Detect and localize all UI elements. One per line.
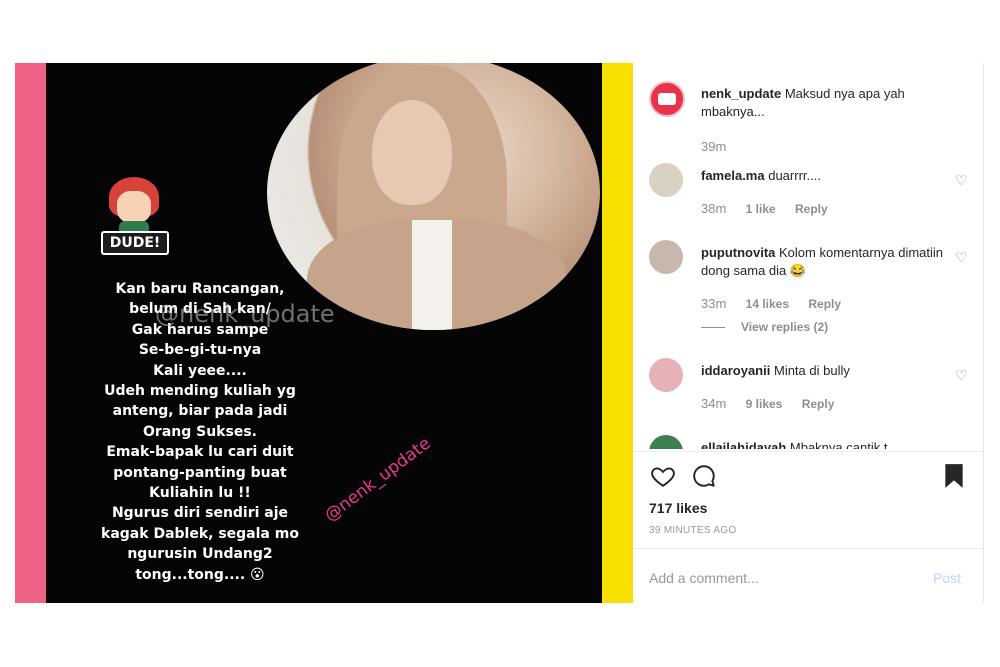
post-image: DUDE! Kan baru Rancangan, belum di Sah k… (15, 63, 633, 603)
comment-body: famela.ma duarrrr.... (701, 167, 951, 185)
sticker-label: DUDE! (101, 231, 169, 255)
story-line: ngurusin Undang2 (127, 546, 273, 563)
comment-item: ellailahidayah Mbaknya cantik t... (649, 435, 969, 449)
story-line: Udeh mending kuliah yg (104, 383, 296, 400)
story-line: Kuliahin lu !! (149, 485, 251, 502)
username[interactable]: puputnovita (701, 245, 775, 260)
timestamp: 34m (701, 396, 727, 411)
story-line: pontang-panting buat (113, 464, 287, 481)
avatar[interactable] (649, 240, 683, 274)
bookmark-icon[interactable] (943, 463, 965, 489)
heart-icon[interactable] (649, 463, 677, 489)
avatar[interactable] (649, 435, 683, 449)
comment-meta: 38m 1 like Reply (701, 201, 844, 216)
timestamp: 33m (701, 296, 727, 311)
story-line: Ngurus diri sendiri aje (111, 505, 289, 522)
comment-body: iddaroyanii Minta di bully (701, 362, 951, 380)
like-count[interactable]: 9 likes (746, 397, 783, 411)
timestamp: 39m (701, 139, 727, 154)
heart-icon[interactable]: ♡ (955, 368, 969, 382)
reply-button[interactable]: Reply (802, 397, 835, 411)
heart-icon[interactable]: ♡ (955, 250, 969, 264)
comment-text: duarrrr.... (768, 168, 821, 183)
comments-panel: nenk_update Maksud nya apa yah mbaknya..… (633, 63, 984, 603)
yellow-border (602, 63, 633, 603)
comment-meta: 39m (701, 139, 742, 154)
story-line: Orang Sukses. (143, 423, 257, 440)
comment-icon[interactable] (691, 463, 717, 489)
username[interactable]: famela.ma (701, 168, 765, 183)
story-line: anteng, biar pada jadi (112, 403, 288, 420)
avatar[interactable] (649, 81, 685, 117)
divider (633, 548, 983, 549)
username[interactable]: iddaroyanii (701, 363, 770, 378)
story-line: Kan baru Rancangan, (115, 281, 285, 297)
comment-body: ellailahidayah Mbaknya cantik t... (701, 439, 951, 449)
post-time: 39 MINUTES AGO (649, 525, 737, 536)
avatar[interactable] (649, 358, 683, 392)
comment-meta: 34m 9 likes Reply (701, 396, 850, 411)
comment-meta: 33m 14 likes Reply (701, 296, 857, 311)
view-replies-label: View replies (2) (741, 320, 829, 334)
story-line: Se-be-gi-tu-nya (138, 342, 262, 359)
avatar[interactable] (649, 163, 683, 197)
like-count[interactable]: 14 likes (746, 297, 789, 311)
caption-text: nenk_update Maksud nya apa yah mbaknya..… (701, 85, 951, 121)
story-line: tong...tong.... 😮 (135, 566, 265, 583)
view-replies-button[interactable]: View replies (2) (701, 320, 828, 334)
post-button[interactable]: Post (933, 570, 961, 586)
story-line: kagak Dablek, segala mo (101, 525, 299, 542)
story-line: Kali yeee.... (153, 362, 247, 379)
comment-body: puputnovita Kolom komentarnya dimatiin d… (701, 244, 951, 280)
username[interactable]: ellailahidayah (701, 440, 786, 449)
story-line: Emak-bapak lu cari duit (106, 444, 294, 461)
action-bar (649, 463, 969, 493)
add-comment-input[interactable]: Add a comment... (649, 570, 759, 586)
pink-border (15, 63, 46, 603)
timestamp: 38m (701, 201, 727, 216)
heart-icon[interactable]: ♡ (955, 173, 969, 187)
reply-button[interactable]: Reply (795, 202, 828, 216)
divider (633, 451, 983, 452)
reply-button[interactable]: Reply (808, 297, 841, 311)
like-count[interactable]: 1 like (746, 202, 776, 216)
comment-text: Mbaknya cantik t... (789, 440, 899, 449)
likes-count[interactable]: 717 likes (649, 500, 707, 516)
divider-line (701, 327, 725, 329)
comment-text: Minta di bully (773, 363, 850, 378)
username[interactable]: nenk_update (701, 86, 781, 101)
watermark-center: @nenk_update (155, 300, 335, 328)
